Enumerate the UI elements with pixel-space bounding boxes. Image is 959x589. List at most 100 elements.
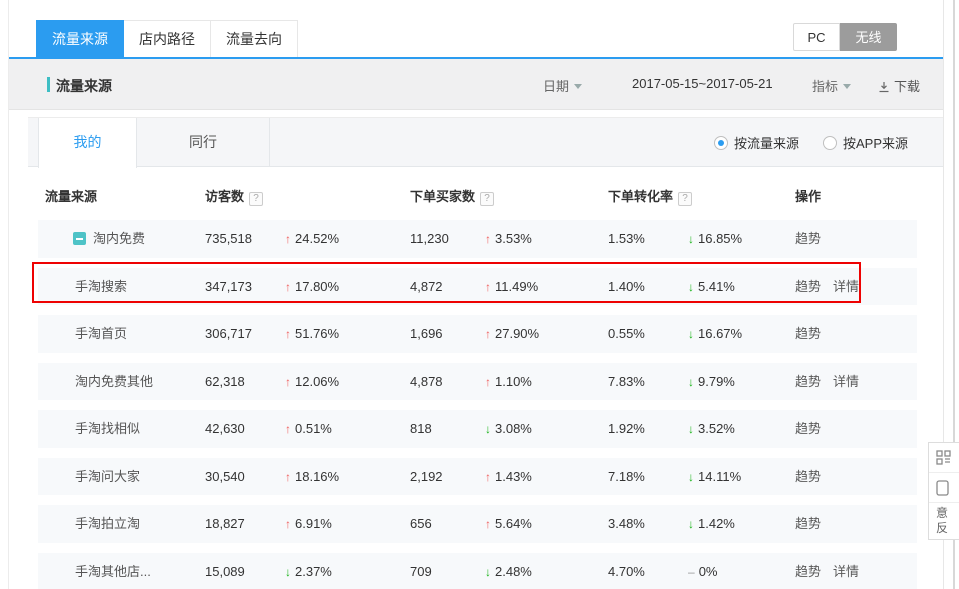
visitors-delta: ↑12.06%: [285, 358, 339, 406]
visitors-delta: ↑0.51%: [285, 405, 332, 453]
help-icon[interactable]: ?: [249, 192, 263, 206]
trend-link[interactable]: 趋势: [795, 421, 821, 436]
row-background: [38, 220, 917, 258]
table-row[interactable]: 手淘其他店... 15,089 ↓2.37% 709 ↓2.48% 4.70% …: [38, 548, 917, 589]
row-name: 淘内免费其他: [75, 358, 153, 406]
visitors-value: 306,717: [205, 310, 252, 358]
buyers-value: 1,696: [410, 310, 443, 358]
tab-peers[interactable]: 同行: [137, 118, 270, 167]
trend-arrow-icon: ↑: [285, 517, 291, 531]
trend-arrow-icon: ↑: [285, 232, 291, 246]
detail-link[interactable]: 详情: [833, 374, 859, 389]
trend-link[interactable]: 趋势: [795, 374, 821, 389]
row-name: 手淘问大家: [75, 453, 140, 501]
qr-icon[interactable]: [929, 443, 959, 473]
row-background: [38, 315, 917, 353]
conversion-delta: –0%: [688, 548, 717, 589]
download-button[interactable]: 下载: [878, 76, 920, 96]
help-icon[interactable]: ?: [480, 192, 494, 206]
conversion-delta: ↓14.11%: [688, 453, 741, 501]
visitors-delta: ↑51.76%: [285, 310, 339, 358]
radio-by-app-source[interactable]: 按APP来源: [823, 133, 908, 152]
buyers-value: 11,230: [410, 215, 449, 263]
row-name: 淘内免费: [73, 215, 145, 263]
buyers-delta: ↑1.43%: [485, 453, 532, 501]
buyers-delta: ↑5.64%: [485, 500, 532, 548]
trend-link[interactable]: 趋势: [795, 469, 821, 484]
trend-arrow-icon: ↑: [485, 517, 491, 531]
tab-traffic-destination[interactable]: 流量去向: [210, 20, 298, 57]
visitors-value: 735,518: [205, 215, 252, 263]
conversion-value: 1.53%: [608, 215, 645, 263]
row-operations: 趋势详情: [795, 548, 871, 589]
row-operations: 趋势: [795, 310, 833, 358]
trend-arrow-icon: ↑: [285, 470, 291, 484]
trend-arrow-icon: ↓: [688, 517, 694, 531]
detail-link[interactable]: 详情: [833, 564, 859, 579]
table-row[interactable]: 淘内免费 735,518 ↑24.52% 11,230 ↑3.53% 1.53%…: [38, 215, 917, 263]
metrics-label: 指标: [812, 79, 838, 94]
feedback-label[interactable]: 意 反: [929, 503, 959, 539]
row-operations: 趋势: [795, 453, 833, 501]
table-row[interactable]: 手淘拍立淘 18,827 ↑6.91% 656 ↑5.64% 3.48% ↓1.…: [38, 500, 917, 548]
trend-arrow-icon: ↓: [285, 565, 291, 579]
trend-link[interactable]: 趋势: [795, 326, 821, 341]
buyers-delta: ↑27.90%: [485, 310, 539, 358]
conversion-value: 7.18%: [608, 453, 645, 501]
metrics-dropdown[interactable]: 指标: [812, 76, 851, 95]
help-icon[interactable]: ?: [678, 192, 692, 206]
visitors-value: 18,827: [205, 500, 245, 548]
buyers-value: 4,878: [410, 358, 443, 406]
table-row[interactable]: 淘内免费其他 62,318 ↑12.06% 4,878 ↑1.10% 7.83%…: [38, 358, 917, 406]
chevron-down-icon: [843, 84, 851, 89]
trend-arrow-icon: –: [688, 565, 695, 579]
row-background: [38, 410, 917, 448]
date-dropdown[interactable]: 日期: [543, 76, 582, 95]
trend-arrow-icon: ↑: [485, 375, 491, 389]
date-range-value[interactable]: 2017-05-15~2017-05-21: [632, 76, 773, 91]
top-tab-bar: 流量来源 店内路径 流量去向: [37, 20, 298, 57]
row-background: [38, 553, 917, 589]
trend-arrow-icon: ↓: [688, 422, 694, 436]
buyers-value: 818: [410, 405, 432, 453]
buyers-delta: ↓3.08%: [485, 405, 532, 453]
radio-label: 按流量来源: [734, 133, 799, 152]
tab-mine[interactable]: 我的: [38, 118, 137, 168]
col-header-conversion: 下单转化率?: [608, 186, 692, 206]
conversion-value: 1.92%: [608, 405, 645, 453]
table-row[interactable]: 手淘找相似 42,630 ↑0.51% 818 ↓3.08% 1.92% ↓3.…: [38, 405, 917, 453]
trend-link[interactable]: 趋势: [795, 516, 821, 531]
row-name: 手淘首页: [75, 310, 127, 358]
buyers-value: 709: [410, 548, 432, 589]
feedback-widget[interactable]: 意 反: [928, 442, 959, 540]
trend-arrow-icon: ↑: [285, 375, 291, 389]
page-title: 流量来源: [47, 76, 112, 96]
tab-instore-path[interactable]: 店内路径: [123, 20, 211, 57]
radio-by-traffic-source[interactable]: 按流量来源: [714, 133, 799, 152]
chevron-down-icon: [574, 84, 582, 89]
tab-traffic-source[interactable]: 流量来源: [36, 20, 124, 57]
phone-icon[interactable]: [929, 473, 959, 503]
row-background: [38, 458, 917, 496]
collapse-minus-icon[interactable]: [73, 232, 86, 245]
visitors-delta: ↑6.91%: [285, 500, 332, 548]
table-row[interactable]: 手淘问大家 30,540 ↑18.16% 2,192 ↑1.43% 7.18% …: [38, 453, 917, 501]
pc-toggle-button[interactable]: PC: [793, 23, 840, 51]
trend-arrow-icon: ↓: [485, 565, 491, 579]
row-background: [38, 363, 917, 401]
trend-arrow-icon: ↓: [688, 470, 694, 484]
view-tab-band: 我的 同行 按流量来源 按APP来源: [28, 117, 943, 167]
conversion-delta: ↓1.42%: [688, 500, 735, 548]
trend-arrow-icon: ↑: [485, 232, 491, 246]
visitors-delta: ↓2.37%: [285, 548, 332, 589]
trend-link[interactable]: 趋势: [795, 564, 821, 579]
trend-link[interactable]: 趋势: [795, 231, 821, 246]
row-background: [38, 505, 917, 543]
visitors-value: 42,630: [205, 405, 245, 453]
table-row[interactable]: 手淘首页 306,717 ↑51.76% 1,696 ↑27.90% 0.55%…: [38, 310, 917, 358]
conversion-value: 0.55%: [608, 310, 645, 358]
visitors-delta: ↑24.52%: [285, 215, 339, 263]
trend-arrow-icon: ↑: [285, 422, 291, 436]
trend-arrow-icon: ↑: [285, 327, 291, 341]
wireless-toggle-button[interactable]: 无线: [840, 23, 897, 51]
